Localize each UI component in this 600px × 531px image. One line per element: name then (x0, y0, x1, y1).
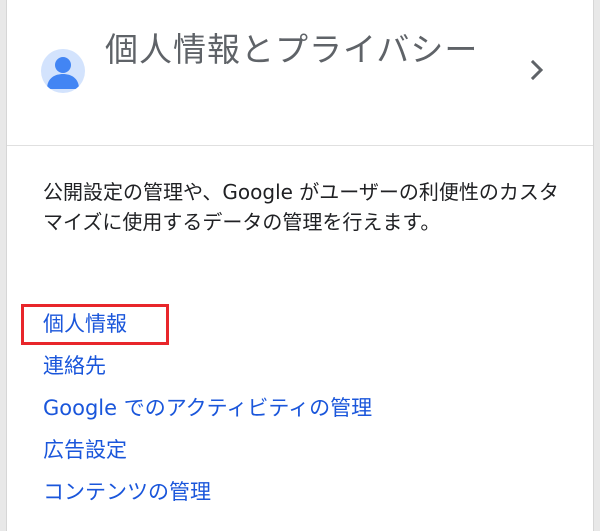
list-item: 個人情報 (43, 303, 372, 345)
list-item: コンテンツの管理 (43, 471, 372, 513)
page-title: 個人情報とプライバシー (105, 30, 479, 69)
privacy-card-header[interactable]: 個人情報とプライバシー (7, 0, 593, 146)
link-personal-info[interactable]: 個人情報 (43, 312, 127, 336)
avatar-person-icon (41, 49, 85, 93)
card-description: 公開設定の管理や、Google がユーザーの利便性のカスタマイズに使用するデータ… (43, 180, 559, 234)
chevron-right-icon[interactable] (525, 58, 549, 82)
link-ad-settings[interactable]: 広告設定 (43, 438, 127, 462)
link-content-management[interactable]: コンテンツの管理 (43, 480, 211, 504)
list-item: 広告設定 (43, 429, 372, 471)
privacy-links-list: 個人情報 連絡先 Google でのアクティビティの管理 広告設定 コンテンツの… (43, 303, 372, 513)
list-item: Google でのアクティビティの管理 (43, 387, 372, 429)
privacy-card: 個人情報とプライバシー 公開設定の管理や、Google がユーザーの利便性のカス… (6, 0, 594, 531)
link-contacts[interactable]: 連絡先 (43, 354, 106, 378)
list-item: 連絡先 (43, 345, 372, 387)
link-activity-controls[interactable]: Google でのアクティビティの管理 (43, 396, 372, 420)
